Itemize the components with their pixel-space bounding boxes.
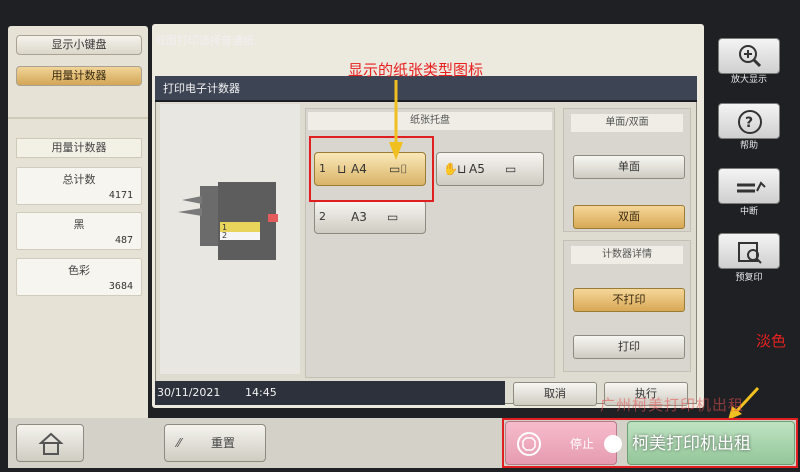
bypass-hand-icon: ✋ [443,162,458,176]
no-print-button[interactable]: 不打印 [573,288,685,312]
interrupt-label: 中断 [739,207,758,217]
reset-label: 重置 [211,436,236,450]
machine-preview: 1 2 [160,104,300,374]
paper-type-highlight [309,136,434,202]
usage-counter-button[interactable]: 用量计数器 [16,66,142,86]
reset-button[interactable]: ⁄⁄ 重置 [164,424,266,462]
color-count-value: 3684 [108,281,133,292]
paper-orientation-icon: ▭ [387,210,399,224]
total-count-value: 4171 [108,190,133,201]
home-button[interactable] [16,424,84,462]
bypass-tray-button[interactable]: ✋ ⊔ A5 ▭ [436,152,544,186]
brand-text: 柯美打印机出租 [632,434,751,454]
left-divider [8,117,148,119]
tray-2-button[interactable]: 2 A3 ▭ [314,200,426,234]
help-icon: ? [738,110,762,134]
show-keypad-button[interactable]: 显示小键盘 [16,35,142,55]
svg-text:2: 2 [222,231,227,240]
duplex-button[interactable]: 双面 [573,205,685,229]
paper-tray-header: 纸张托盘 [308,112,552,130]
duplex-header: 单面/双面 [571,114,683,132]
counter-detail-header: 计数器详情 [571,246,683,264]
bypass-tray-size: A5 [469,162,485,176]
printer-illustration: 1 2 [178,182,278,260]
zoom-icon [739,45,762,68]
pale-color-annotation: 淡色 [756,332,787,350]
black-count-label: 黑 [73,218,85,231]
help-label: 帮助 [739,141,758,151]
interrupt-button[interactable] [718,168,780,204]
status-bar: 30/11/2021 14:45 [155,381,505,405]
tray-2-size: A3 [351,210,367,224]
paper-orientation-icon: ▭ [505,162,517,176]
watermark: 广州柯美打印机出租 [600,396,745,414]
svg-text:?: ? [745,115,753,131]
top-message: 双面打印选择普通纸. [155,34,258,47]
print-button[interactable]: 打印 [573,335,685,359]
reset-icon: ⁄⁄ [177,436,182,450]
interrupt-icon [737,181,766,193]
color-count-box: 色彩 3684 [16,258,142,296]
preview-label: 预复印 [735,273,763,283]
status-time: 14:45 [245,386,277,399]
color-count-label: 色彩 [68,264,90,277]
cancel-button[interactable]: 取消 [513,382,597,406]
total-count-label: 总计数 [62,173,96,186]
preview-icon [738,242,762,264]
counter-section-header: 用量计数器 [16,138,142,158]
preview-button[interactable] [718,233,780,269]
black-count-value: 487 [114,235,133,246]
simplex-button[interactable]: 单面 [573,155,685,179]
annotation-arrow-icon [389,80,403,160]
brand-label: 柯美打印机出租 [600,425,792,463]
zoom-label: 放大显示 [730,75,767,85]
plain-paper-icon: ⊔ [457,162,467,176]
black-count-box: 黑 487 [16,212,142,250]
help-button[interactable]: ? [718,103,780,139]
total-count-box: 总计数 4171 [16,167,142,205]
tray-2-number: 2 [319,210,326,223]
home-icon [38,432,64,455]
brand-logo-icon [604,435,622,453]
status-date: 30/11/2021 [157,386,221,399]
zoom-button[interactable] [718,38,780,74]
paper-icon-annotation: 显示的纸张类型图标 [348,61,484,79]
